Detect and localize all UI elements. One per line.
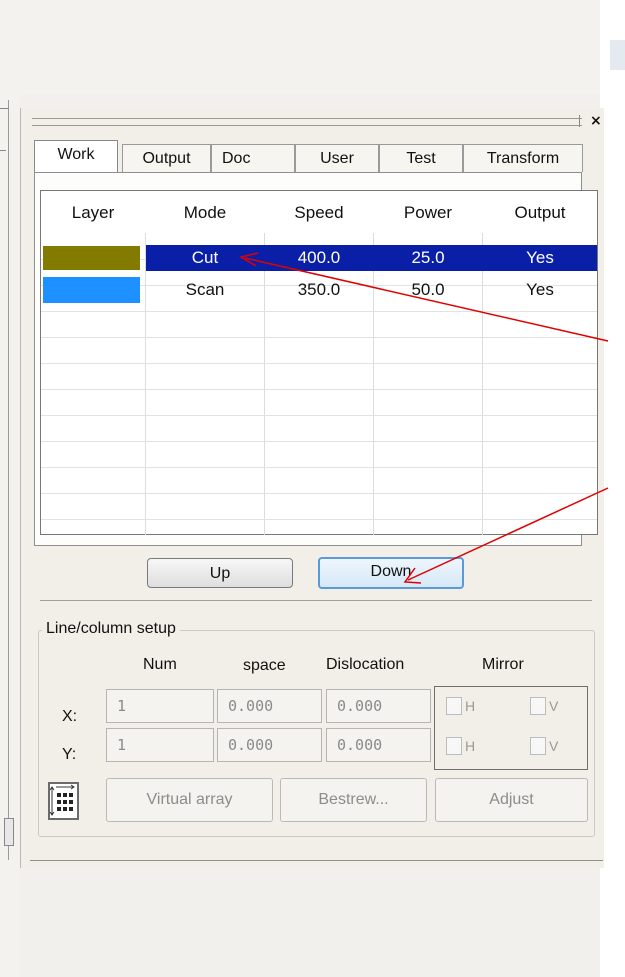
- array-grid-icon[interactable]: [48, 782, 79, 820]
- x-mirror-v-label: V: [549, 698, 559, 714]
- left-divider: [8, 100, 9, 860]
- y-row-label: Y:: [62, 746, 77, 763]
- tab-transform[interactable]: Transform: [463, 144, 583, 172]
- grid-line: [41, 467, 597, 468]
- up-button[interactable]: Up: [147, 558, 293, 588]
- x-dislocation-field[interactable]: 0.000: [326, 689, 431, 723]
- grid-line: [41, 441, 597, 442]
- header-mode: Mode: [183, 203, 227, 222]
- left-tick: [0, 150, 6, 151]
- layer-color-swatch: [43, 277, 140, 303]
- num-column-label: Num: [143, 656, 177, 673]
- y-dislocation-field[interactable]: 0.000: [326, 728, 431, 762]
- header-output: Output: [514, 203, 566, 222]
- x-mirror-h-checkbox[interactable]: [446, 697, 462, 715]
- top-background: [0, 0, 600, 95]
- speed-cell: 350.0: [297, 280, 341, 299]
- power-cell: 25.0: [411, 248, 445, 267]
- line-column-title: Line/column setup: [42, 620, 180, 638]
- output-cell: Yes: [526, 248, 554, 267]
- power-cell: 50.0: [411, 280, 445, 299]
- x-space-field[interactable]: 0.000: [217, 689, 322, 723]
- tab-output[interactable]: Output: [122, 144, 211, 172]
- tab-doc[interactable]: Doc: [211, 144, 295, 172]
- panel-bottom-border: [30, 860, 603, 861]
- bestrew-button[interactable]: Bestrew...: [280, 778, 427, 822]
- left-scroll-handle[interactable]: [4, 818, 14, 846]
- x-num-field[interactable]: 1: [106, 689, 214, 723]
- tab-work[interactable]: Work: [34, 140, 118, 172]
- grid-line: [41, 389, 597, 390]
- mode-cell: Scan: [185, 280, 225, 299]
- dislocation-column-label: Dislocation: [326, 656, 405, 673]
- y-mirror-h-checkbox[interactable]: [446, 737, 462, 755]
- tab-user[interactable]: User: [295, 144, 379, 172]
- y-mirror-v-checkbox[interactable]: [530, 737, 546, 755]
- table-row[interactable]: Cut 400.0 25.0 Yes: [41, 245, 597, 271]
- right-window-edge: [610, 40, 625, 70]
- mirror-column-label: Mirror: [482, 656, 524, 673]
- table-row[interactable]: Scan 350.0 50.0 Yes: [41, 277, 597, 303]
- grid-line: [41, 493, 597, 494]
- grid-line: [41, 337, 597, 338]
- panel-grip[interactable]: [32, 118, 582, 126]
- tab-test[interactable]: Test: [379, 144, 463, 172]
- layer-color-swatch: [43, 246, 140, 270]
- output-cell: Yes: [526, 280, 554, 299]
- y-mirror-h-label: H: [465, 738, 476, 754]
- grid-icon-graphic: [49, 784, 75, 816]
- grid-line: [41, 363, 597, 364]
- x-mirror-h-label: H: [465, 698, 476, 714]
- header-speed: Speed: [294, 203, 344, 222]
- x-row-label: X:: [62, 708, 78, 725]
- header-power: Power: [403, 203, 453, 222]
- grid-line: [41, 415, 597, 416]
- close-panel-button[interactable]: ×: [590, 113, 602, 129]
- adjust-button[interactable]: Adjust: [435, 778, 588, 822]
- y-space-field[interactable]: 0.000: [217, 728, 322, 762]
- mode-cell: Cut: [191, 248, 219, 267]
- grid-line: [41, 519, 597, 520]
- down-button[interactable]: Down: [318, 557, 464, 589]
- speed-cell: 400.0: [297, 248, 341, 267]
- virtual-array-button[interactable]: Virtual array: [106, 778, 273, 822]
- y-mirror-v-label: V: [549, 738, 559, 754]
- grip-end: [579, 115, 580, 127]
- x-mirror-v-checkbox[interactable]: [530, 697, 546, 715]
- separator: [40, 600, 592, 601]
- header-layer: Layer: [71, 203, 115, 222]
- grid-line: [41, 311, 597, 312]
- left-tick: [0, 108, 9, 109]
- space-column-label: space: [243, 657, 286, 674]
- y-num-field[interactable]: 1: [106, 728, 214, 762]
